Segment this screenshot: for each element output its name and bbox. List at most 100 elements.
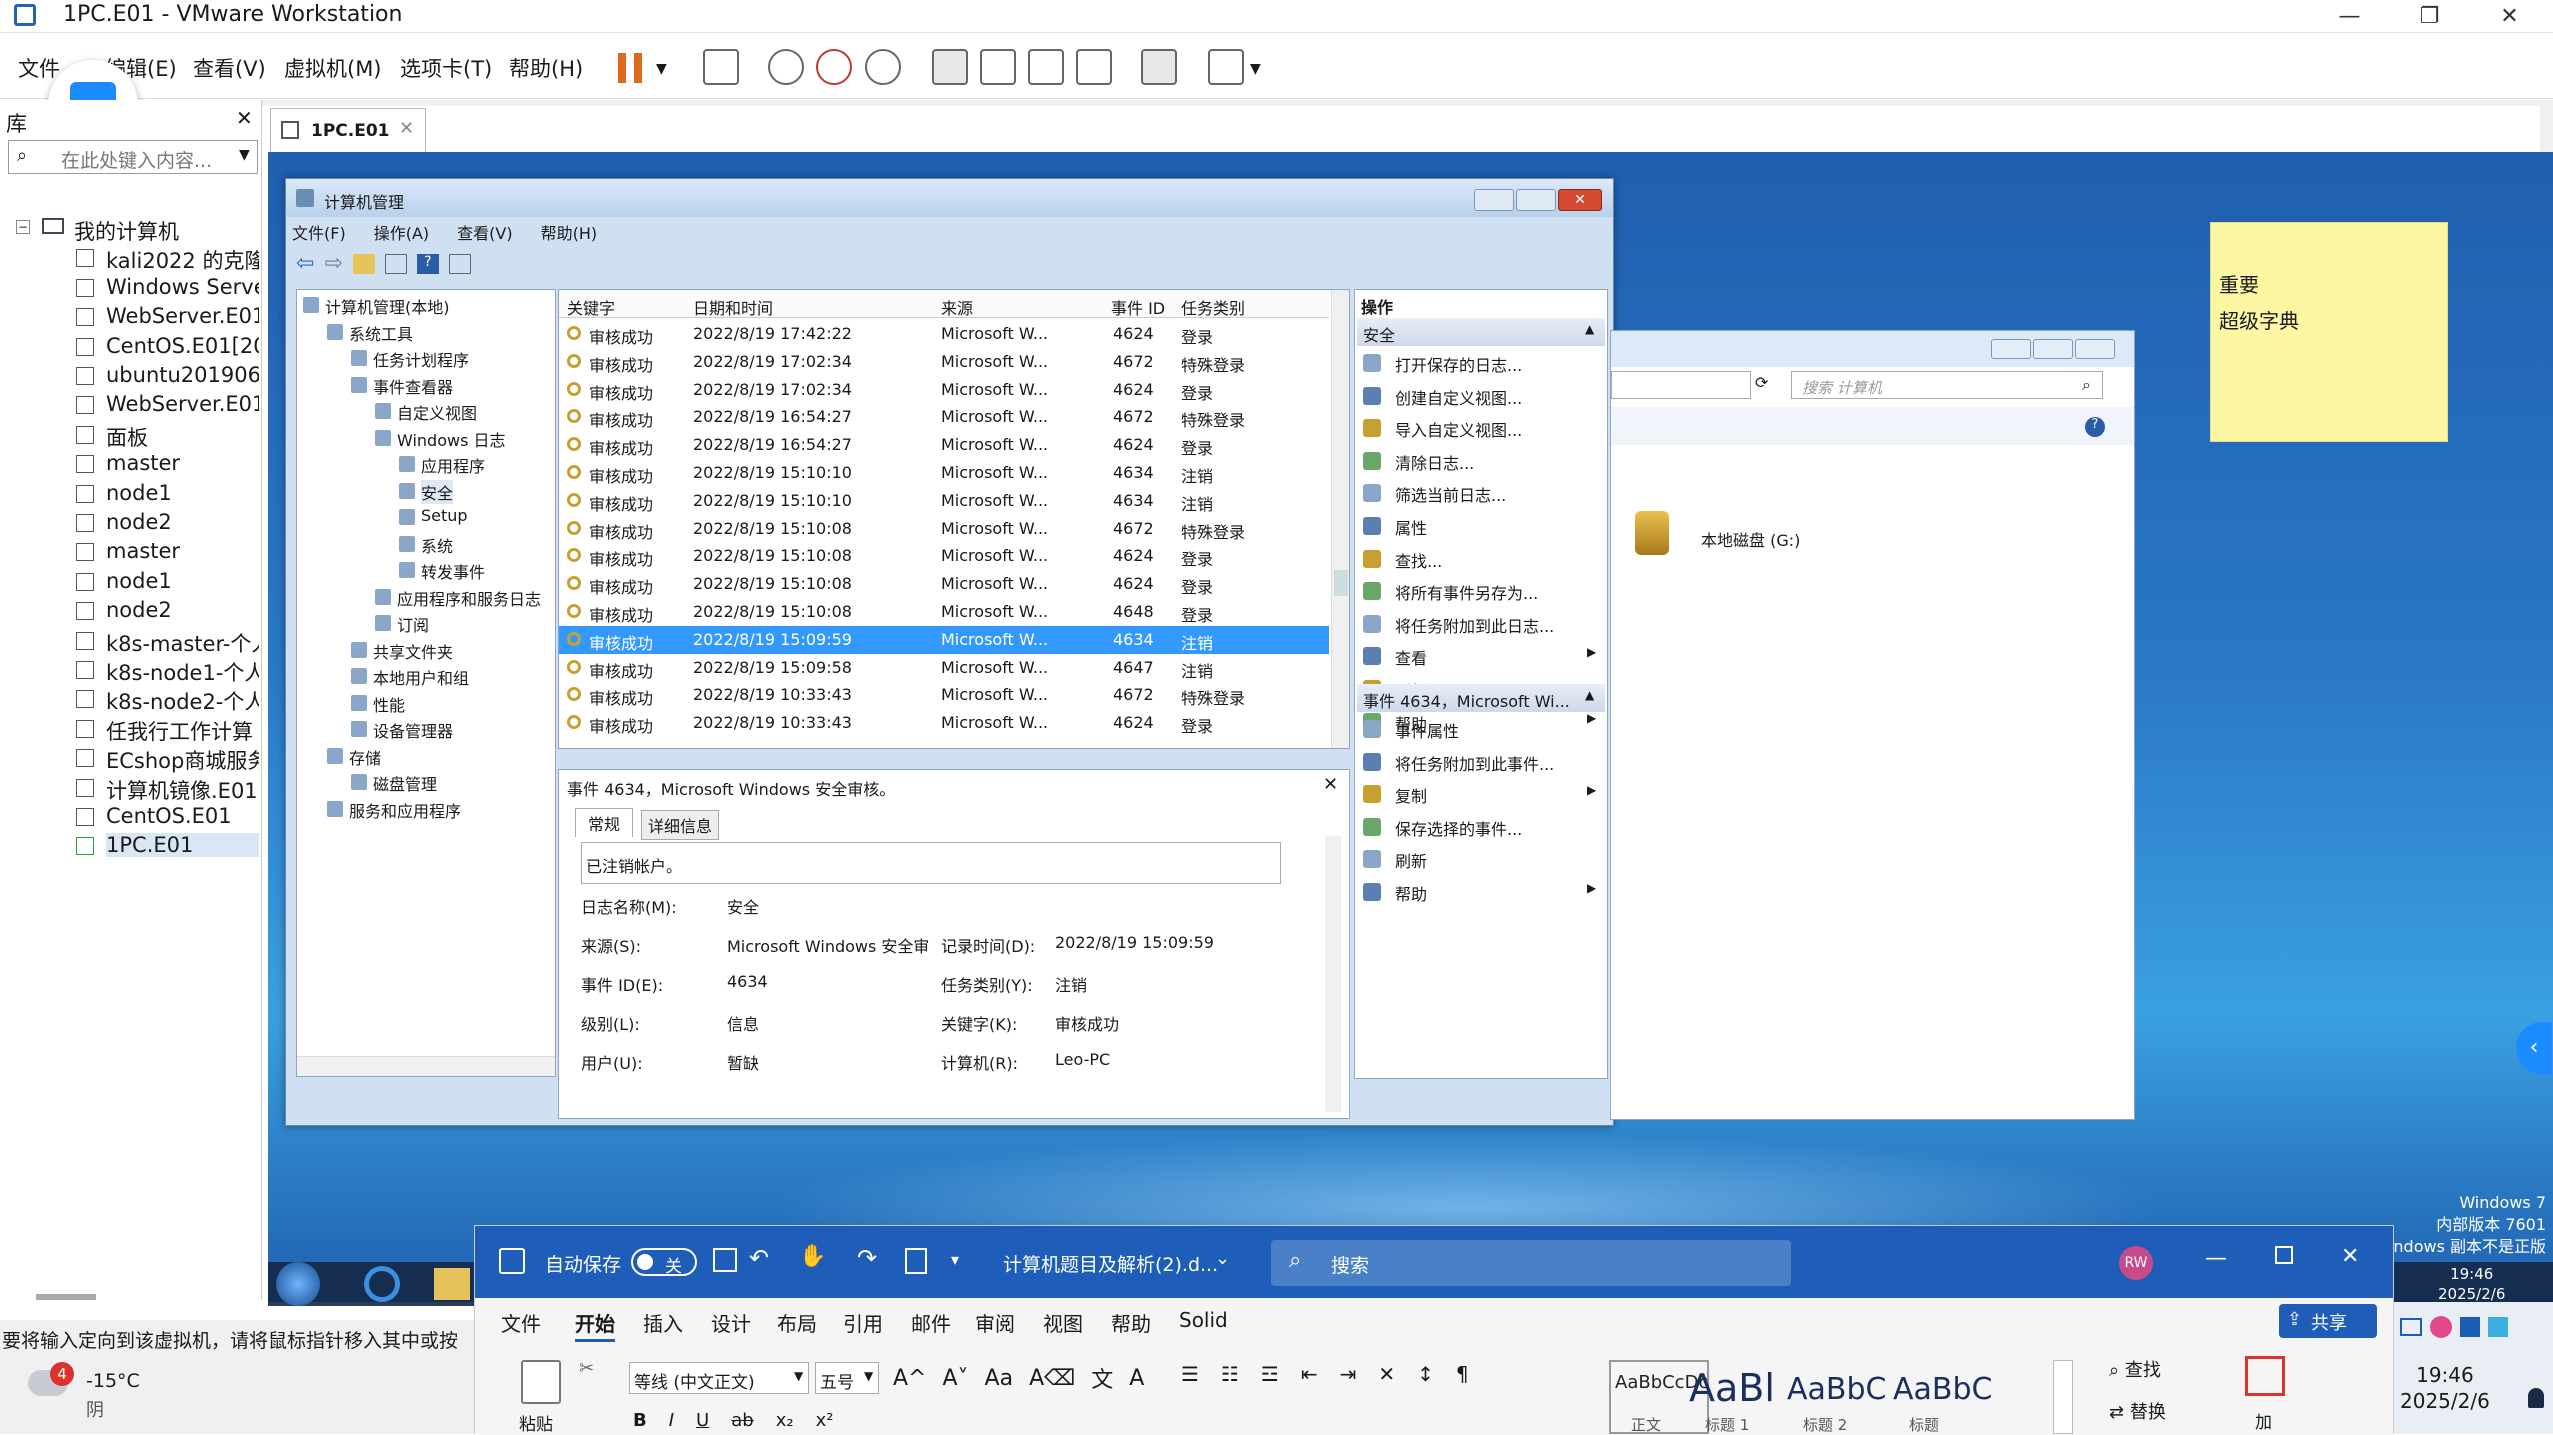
action-item[interactable]: 事件属性 <box>1395 718 1459 742</box>
grid-icon[interactable] <box>2460 1317 2480 1337</box>
library-item[interactable]: node2 <box>106 510 259 534</box>
action-item[interactable]: 筛选当前日志... <box>1395 482 1506 506</box>
asian-layout-icon[interactable]: ✕ <box>1378 1362 1395 1386</box>
cm-tree-item[interactable]: 计算机管理(本地) <box>325 294 450 318</box>
start-button-icon[interactable] <box>276 1262 320 1306</box>
action-item[interactable]: 帮助 <box>1395 881 1427 905</box>
autosave-toggle[interactable]: 关 <box>631 1248 697 1277</box>
cm-tree-item[interactable]: 共享文件夹 <box>373 639 453 663</box>
word-tab[interactable]: 邮件 <box>911 1308 951 1337</box>
cm-menu-view[interactable]: 查看(V) <box>457 220 512 244</box>
menu-view[interactable]: 查看(V) <box>193 53 266 83</box>
library-item[interactable]: node2 <box>106 598 259 622</box>
vm-clock[interactable]: 19:46 2025/2/6 <box>2438 1264 2505 1304</box>
event-row[interactable]: 审核成功 2022/8/19 15:09:59 Microsoft W... 4634… <box>559 625 1329 654</box>
cm-tree-item[interactable]: 服务和应用程序 <box>349 798 461 822</box>
multilevel-icon[interactable]: ☲ <box>1261 1362 1279 1386</box>
explorer-taskbar-icon[interactable] <box>434 1268 470 1300</box>
library-item[interactable]: 任我行工作计算 <box>106 716 259 746</box>
underline-icon[interactable]: U <box>696 1410 709 1431</box>
weather-temp[interactable]: -15°C <box>86 1370 140 1392</box>
cm-menu-action[interactable]: 操作(A) <box>374 220 429 244</box>
save-icon[interactable] <box>713 1248 737 1272</box>
tab-details[interactable]: 详细信息 <box>641 810 720 840</box>
redo-icon[interactable]: ↷ <box>857 1244 877 1272</box>
char-border-icon[interactable]: A <box>1129 1366 1144 1391</box>
event-row[interactable]: 审核成功 2022/8/19 16:54:27 Microsoft W... 4624… <box>559 431 1329 459</box>
dropdown-icon[interactable]: ▼ <box>794 1369 803 1383</box>
action-item[interactable]: 保存选择的事件... <box>1395 816 1522 840</box>
properties-icon[interactable] <box>448 253 471 274</box>
library-item[interactable]: WebServer.E01| <box>106 304 259 328</box>
event-row[interactable]: 审核成功 2022/8/19 10:33:43 Microsoft W... 4624… <box>559 709 1329 737</box>
library-item[interactable]: k8s-node2-个人 <box>106 686 259 716</box>
back-icon[interactable]: ⇦ <box>296 251 314 276</box>
explorer-refresh-icon[interactable]: ⟳ <box>1755 373 1768 392</box>
up-folder-icon[interactable] <box>352 253 375 274</box>
event-row[interactable]: 审核成功 2022/8/19 16:54:27 Microsoft W... 4672… <box>559 403 1329 431</box>
find-button[interactable]: ⌕ 查找 <box>2109 1356 2161 1382</box>
cm-tree-item[interactable]: 系统 <box>421 533 453 557</box>
library-item[interactable]: master <box>106 451 259 475</box>
action-item[interactable]: 创建自定义视图... <box>1395 385 1522 409</box>
superscript-icon[interactable]: x² <box>816 1410 834 1431</box>
paste-button[interactable] <box>521 1360 561 1404</box>
share-button[interactable]: ⇪ 共享 <box>2279 1304 2377 1338</box>
cm-tree-item[interactable]: 转发事件 <box>421 559 485 583</box>
notification-icon[interactable] <box>2528 1388 2544 1408</box>
undo-icon[interactable]: ↶ <box>749 1244 769 1272</box>
library-item[interactable]: CentOS.E01[202 <box>106 334 259 358</box>
action-item[interactable]: 清除日志... <box>1395 450 1474 474</box>
restore-icon[interactable]: ❐ <box>2392 0 2467 33</box>
cm-tree-item[interactable]: 性能 <box>373 692 405 716</box>
explorer-close-button[interactable] <box>2075 339 2115 359</box>
word-tab[interactable]: 帮助 <box>1111 1308 1151 1337</box>
font-name-select[interactable]: 等线 (中文正文) ▼ <box>629 1362 809 1394</box>
cm-tree-item[interactable]: 任务计划程序 <box>373 347 469 371</box>
word-close-icon[interactable]: ✕ <box>2341 1244 2359 1269</box>
replace-button[interactable]: ⇄ 替换 <box>2109 1398 2166 1424</box>
word-tab[interactable]: Solid <box>1179 1308 1228 1332</box>
cm-tree-item[interactable]: 安全 <box>421 479 454 504</box>
library-item[interactable]: 1PC.E01 <box>106 833 259 858</box>
library-item[interactable]: WebServer.E01| <box>106 392 259 416</box>
action-item[interactable]: 属性 <box>1395 515 1427 539</box>
cm-tree-item[interactable]: 应用程序和服务日志 <box>397 586 541 610</box>
cm-tree-hscrollbar[interactable] <box>297 1056 555 1076</box>
menu-file[interactable]: 文件 <box>18 53 60 83</box>
snapshot-icon[interactable] <box>768 49 804 85</box>
dropdown-icon[interactable]: ▼ <box>864 1369 873 1383</box>
cm-tree-item[interactable]: 订阅 <box>397 612 429 636</box>
user-avatar[interactable]: RW <box>2119 1246 2153 1280</box>
minimize-icon[interactable]: — <box>2312 0 2387 33</box>
increase-indent-icon[interactable]: ⇥ <box>1340 1362 1357 1386</box>
cm-tree-item[interactable]: Setup <box>421 506 468 525</box>
library-item[interactable]: 面板 <box>106 422 259 452</box>
dropdown-icon[interactable]: ▼ <box>656 61 667 77</box>
event-row[interactable]: 审核成功 2022/8/19 15:09:58 Microsoft W... 4647… <box>559 654 1329 682</box>
help-icon[interactable]: ? <box>2085 417 2105 437</box>
library-item[interactable]: node1 <box>106 569 259 593</box>
action-item[interactable]: 将任务附加到此事件... <box>1395 751 1554 775</box>
bullets-icon[interactable]: ☰ <box>1181 1362 1199 1386</box>
action-item[interactable]: 查找... <box>1395 548 1442 572</box>
revert-snapshot-icon[interactable] <box>816 49 852 85</box>
action-item[interactable]: 复制 <box>1395 783 1427 807</box>
vm-tab[interactable]: 1PC.E01 ✕ <box>270 108 426 152</box>
word-tab[interactable]: 引用 <box>843 1308 883 1337</box>
col-source[interactable]: 来源 <box>941 295 973 319</box>
shrink-font-icon[interactable]: A˅ <box>942 1366 968 1391</box>
menu-vm[interactable]: 虚拟机(M) <box>284 53 382 83</box>
library-item[interactable]: 我的计算机 <box>74 216 259 246</box>
word-tab[interactable]: 布局 <box>777 1308 817 1337</box>
event-row[interactable]: 审核成功 2022/8/19 17:02:34 Microsoft W... 4672… <box>559 348 1329 376</box>
cm-tree-item[interactable]: Windows 日志 <box>397 427 506 451</box>
event-row[interactable]: 审核成功 2022/8/19 17:42:22 Microsoft W... 4624… <box>559 320 1329 348</box>
cm-close-button[interactable]: ✕ <box>1558 189 1602 211</box>
cm-menu-file[interactable]: 文件(F) <box>292 220 346 244</box>
event-row[interactable]: 审核成功 2022/8/19 17:02:34 Microsoft W... 4624… <box>559 376 1329 404</box>
word-tab[interactable]: 插入 <box>643 1308 683 1337</box>
collapse-icon[interactable]: ▲ <box>1585 688 1594 702</box>
library-item[interactable]: ECshop商城服务 <box>106 745 259 775</box>
close-icon[interactable]: ✕ <box>2472 0 2547 33</box>
